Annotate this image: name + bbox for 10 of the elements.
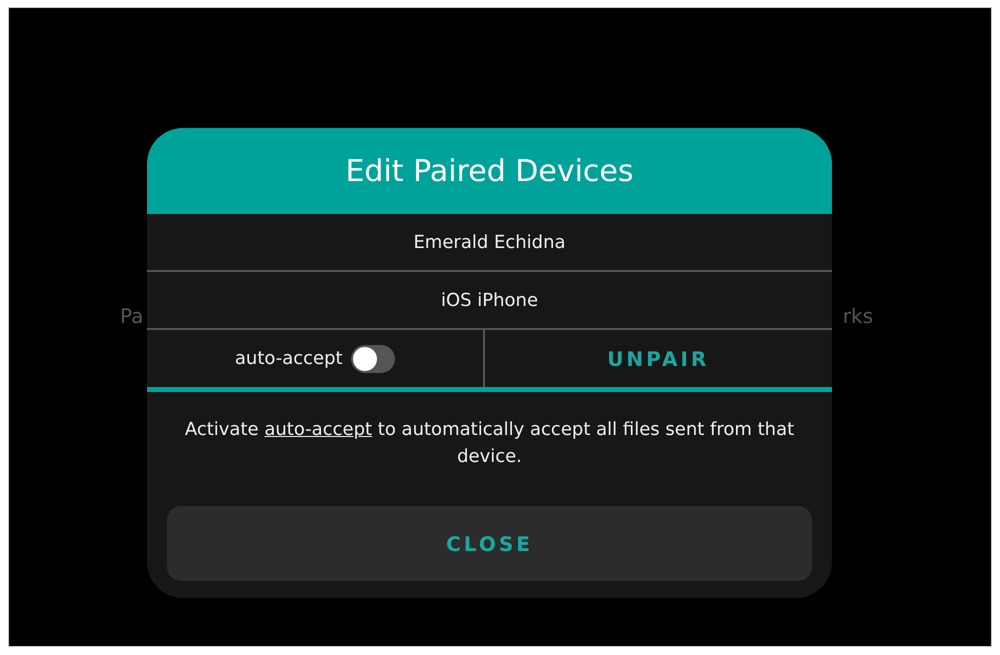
background-label: rks <box>842 304 873 328</box>
close-button[interactable]: CLOSE <box>167 506 812 581</box>
device-name: Emerald Echidna <box>413 232 566 252</box>
unpair-button[interactable]: UNPAIR <box>484 330 832 387</box>
auto-accept-label: auto-accept <box>234 348 343 369</box>
background-label: Pa <box>120 304 144 328</box>
hint-text: Activate auto-accept to automatically accept all files sent from that device. <box>184 418 796 469</box>
device-type: iOS iPhone <box>440 290 538 310</box>
dialog-title: Edit Paired Devices <box>345 154 634 188</box>
auto-accept-toggle[interactable] <box>350 344 395 372</box>
